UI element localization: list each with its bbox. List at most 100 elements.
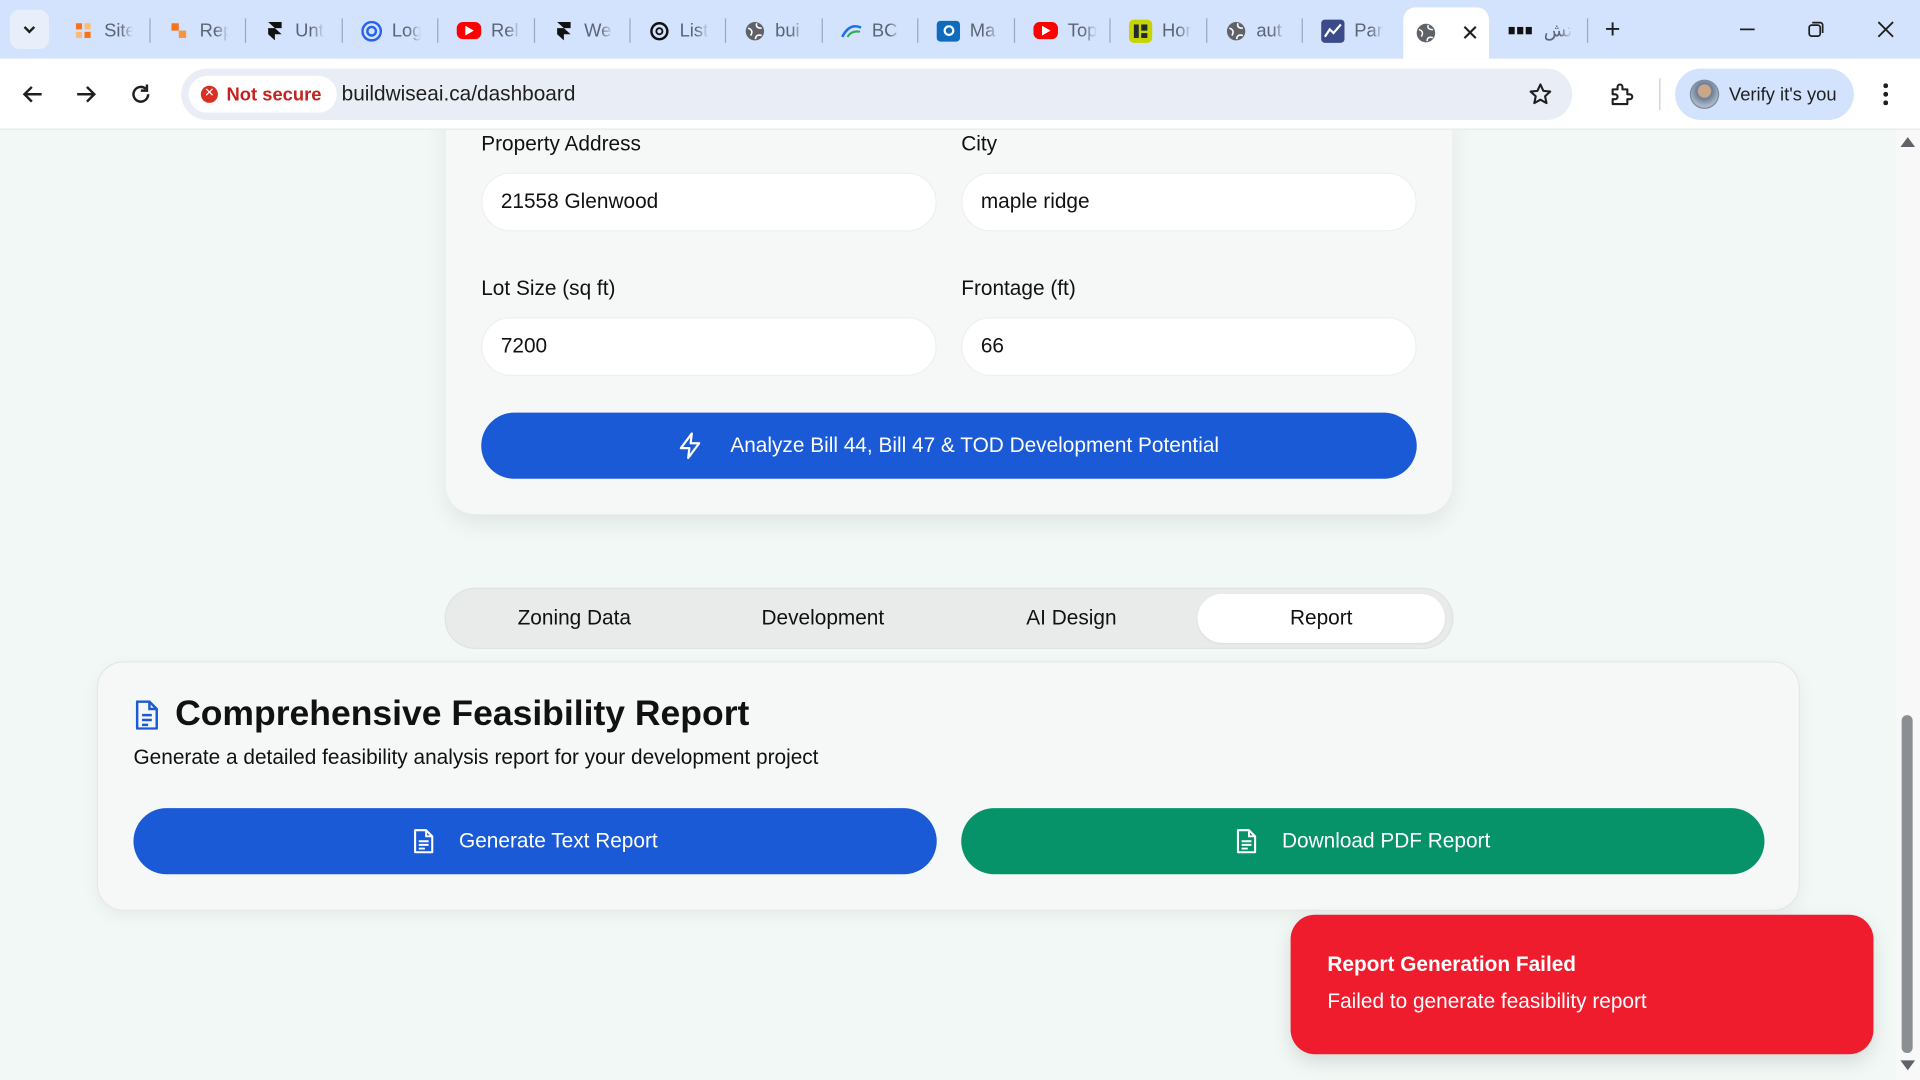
address-bar[interactable]: ✕ Not secure buildwiseai.ca/dashboard (181, 68, 1573, 121)
document-icon (413, 829, 434, 854)
tab-ai-design[interactable]: AI Design (948, 594, 1195, 643)
browser-tab[interactable]: Top (1024, 12, 1100, 49)
reload-button[interactable] (126, 80, 155, 109)
tab-divider (244, 18, 247, 43)
browser-tab[interactable]: Rep (159, 12, 235, 49)
browser-tab-title: List (679, 20, 709, 42)
site-icon (73, 20, 94, 41)
openai-icon (649, 20, 670, 41)
minimize-button[interactable] (1733, 15, 1762, 44)
security-chip[interactable]: ✕ Not secure (188, 75, 337, 113)
reload-icon (132, 84, 150, 103)
dashboard-page: Property Address City Lot Size (sq ft) F… (0, 129, 1896, 1080)
forward-button[interactable] (71, 80, 100, 109)
puzzle-icon (1611, 83, 1634, 106)
browser-tab-title: bui (775, 20, 800, 42)
close-icon (1877, 21, 1894, 38)
report-subtitle: Generate a detailed feasibility analysis… (133, 745, 819, 769)
back-arrow-icon (22, 86, 42, 103)
browser-tab-title: Top (1067, 20, 1098, 42)
spiral-icon (361, 20, 383, 42)
tab-zoning-data[interactable]: Zoning Data (451, 594, 698, 643)
city-input[interactable] (961, 172, 1417, 232)
youtube-icon (456, 22, 482, 40)
scroll-up-arrow-icon[interactable] (1900, 137, 1916, 147)
dots-icon (1508, 20, 1533, 41)
bc-icon (841, 20, 862, 41)
browser-tab-title: We (584, 20, 612, 42)
tab-report[interactable]: Report (1197, 593, 1445, 643)
security-label: Not secure (226, 83, 322, 105)
profile-button[interactable]: Verify it's you (1675, 68, 1854, 121)
browser-tab[interactable]: bui (735, 12, 811, 49)
browser-tab-title: Rel (491, 20, 519, 42)
toast-title: Report Generation Failed (1327, 952, 1577, 976)
report-title: Comprehensive Feasibility Report (175, 694, 750, 734)
browser-tab-title: aut (1256, 20, 1282, 42)
close-window-button[interactable] (1871, 15, 1900, 44)
error-icon: ✕ (200, 85, 218, 103)
lot-size-input[interactable] (481, 317, 937, 376)
generate-text-report-label: Generate Text Report (459, 828, 658, 853)
avatar (1689, 79, 1720, 109)
document-icon (135, 700, 158, 730)
extensions-button[interactable] (1607, 80, 1636, 109)
browser-tab[interactable]: Hor (1119, 12, 1195, 49)
restore-button[interactable] (1801, 15, 1830, 44)
chart-icon (1321, 18, 1345, 43)
browser-tab-title: BC (871, 20, 898, 42)
error-toast[interactable]: Report Generation Failed Failed to gener… (1290, 914, 1874, 1055)
browser-tab[interactable]: aut (1216, 12, 1292, 49)
browser-tab[interactable]: List (639, 12, 715, 49)
tab-divider (629, 18, 631, 43)
bookmark-button[interactable] (1526, 80, 1555, 109)
minimize-icon (1740, 28, 1755, 31)
browser-tab[interactable]: We (544, 12, 620, 49)
scrollbar-thumb[interactable] (1901, 715, 1913, 1054)
scroll-down-arrow-icon[interactable] (1900, 1060, 1916, 1071)
frontage-input[interactable] (961, 317, 1417, 376)
forward-arrow-icon (77, 86, 97, 103)
framer-icon (264, 20, 285, 41)
download-pdf-report-label: Download PDF Report (1281, 828, 1491, 853)
property-address-label: Property Address (481, 132, 641, 156)
back-button[interactable] (18, 80, 47, 109)
browser-tab[interactable]: Unt (255, 12, 331, 49)
analyze-button[interactable]: Analyze Bill 44, Bill 47 & TOD Developme… (481, 412, 1417, 479)
browser-tab-active[interactable]: ✕ (1403, 7, 1489, 59)
globe-icon (744, 20, 765, 41)
toolbar-divider (1659, 78, 1661, 111)
tab-divider (1013, 18, 1016, 43)
tab-divider (1301, 18, 1303, 43)
tab-divider (1586, 18, 1589, 43)
browser-tab[interactable]: Log (351, 12, 427, 49)
tab-search-button[interactable] (9, 9, 49, 49)
browser-menu-button[interactable] (1873, 80, 1897, 109)
tab-divider (533, 18, 536, 43)
tab-development[interactable]: Development (699, 594, 946, 643)
browser-tab[interactable]: BC (831, 12, 907, 49)
browser-tab-title: Par (1354, 20, 1383, 42)
browser-tab-title: تش (1543, 20, 1573, 42)
globe-icon (1416, 23, 1437, 44)
browser-tab[interactable]: تش (1499, 12, 1580, 49)
profile-label: Verify it's you (1728, 83, 1837, 105)
page-scrollbar[interactable] (1895, 129, 1920, 1080)
tab-divider (437, 18, 439, 43)
property-address-input[interactable] (481, 172, 937, 232)
section-tabs: Zoning Data Development AI Design Report (444, 587, 1454, 649)
tab-divider (1206, 18, 1208, 43)
report-icon (169, 20, 190, 41)
browser-tab[interactable]: Site (64, 12, 140, 49)
browser-tab[interactable]: Par (1311, 12, 1387, 49)
browser-tab[interactable]: Rel (447, 12, 523, 49)
url-text[interactable]: buildwiseai.ca/dashboard (342, 82, 576, 106)
star-icon (1529, 83, 1552, 105)
generate-text-report-button[interactable]: Generate Text Report (133, 808, 937, 875)
close-tab-icon[interactable]: ✕ (1461, 20, 1479, 46)
download-pdf-report-button[interactable]: Download PDF Report (961, 808, 1765, 875)
browser-tab[interactable]: Ma (927, 12, 1003, 49)
new-tab-button[interactable]: + (1598, 14, 1627, 44)
tab-divider (341, 18, 343, 43)
analyze-button-label: Analyze Bill 44, Bill 47 & TOD Developme… (730, 433, 1220, 457)
